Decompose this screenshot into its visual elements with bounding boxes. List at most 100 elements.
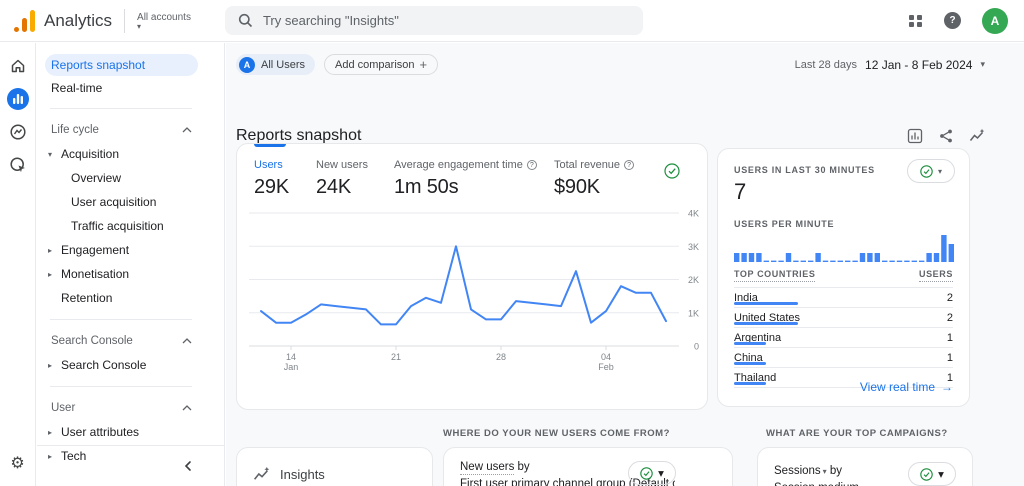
metric-label-text: Total revenue (554, 159, 620, 171)
svg-text:1K: 1K (688, 308, 699, 318)
advertising-icon[interactable] (7, 154, 29, 176)
svg-text:2K: 2K (688, 275, 699, 285)
insights-icon[interactable] (969, 128, 985, 144)
plus-icon: + (420, 57, 428, 72)
users-over-time-chart: 01K2K3K4K14Jan212804Feb (249, 204, 701, 404)
check-circle-icon (920, 468, 933, 481)
sidebar-divider (50, 386, 192, 387)
metric-new-users[interactable]: New users24K (316, 159, 394, 199)
ga-app: Analytics All accounts ▾ Try searching "… (0, 0, 1024, 486)
sidebar-item-user-acquisition[interactable]: User acquisition (37, 190, 224, 214)
report-actions (907, 128, 985, 144)
customize-report-icon[interactable] (907, 128, 923, 144)
country-rows: India2United States2Argentina1China1Thai… (734, 288, 953, 388)
caret-down-icon: ▾ (938, 467, 944, 481)
svg-text:28: 28 (496, 352, 506, 362)
date-range-selector[interactable]: Last 28 days 12 Jan - 8 Feb 2024 ▾ (795, 58, 985, 72)
sidebar-item-reports-snapshot[interactable]: Reports snapshot (45, 54, 198, 76)
sidebar-section-label: User (51, 402, 75, 414)
campaigns-metric[interactable]: Sessions (774, 465, 821, 477)
arrow-right-icon: → (941, 380, 953, 394)
sidebar-divider (50, 319, 192, 320)
sidebar-item-user-attributes[interactable]: ▸User attributes (37, 420, 224, 444)
sidebar-section-search-console[interactable]: Search Console (37, 329, 224, 353)
country-row-argentina: Argentina1 (734, 328, 953, 348)
users-header[interactable]: USERS (919, 269, 953, 282)
all-users-chip-label: All Users (261, 59, 305, 71)
by-label: by (514, 461, 529, 473)
insights-header[interactable]: Insights (253, 466, 416, 483)
sidebar-section-label: Life cycle (51, 124, 99, 136)
sidebar: Reports snapshot Real-time Life cycle ▾Acqu… (37, 43, 225, 486)
metric-value: 1m 50s (394, 176, 554, 199)
country-users: 1 (947, 352, 953, 364)
top-countries-header-row: TOP COUNTRIES USERS (734, 269, 953, 288)
sidebar-item-label: Overview (71, 171, 121, 185)
view-real-time-label: View real time (860, 380, 935, 394)
country-row-united-states: United States2 (734, 308, 953, 328)
data-quality-icon[interactable] (664, 163, 680, 184)
avatar[interactable]: A (982, 8, 1008, 34)
analytics-logo (14, 10, 35, 32)
top-countries-header[interactable]: TOP COUNTRIES (734, 269, 815, 282)
sidebar-item-monetisation[interactable]: ▸Monetisation (37, 262, 224, 286)
metric-value: 24K (316, 176, 394, 199)
chevron-up-icon (182, 127, 192, 133)
apps-grid-icon[interactable] (909, 15, 923, 27)
sidebar-item-label: Real-time (51, 81, 102, 95)
help-icon[interactable]: ? (527, 160, 537, 170)
sidebar-item-label: User acquisition (71, 195, 156, 209)
admin-gear-icon[interactable]: ⚙ (7, 452, 29, 474)
sidebar-item-engagement[interactable]: ▸Engagement (37, 238, 224, 262)
chevron-up-icon (182, 338, 192, 344)
sidebar-section-label: Search Console (51, 335, 133, 347)
metrics-row: Users29KNew users24KAverage engagement t… (254, 159, 657, 199)
country-row-china: China1 (734, 348, 953, 368)
collapse-sidebar-icon[interactable] (182, 460, 194, 472)
realtime-card: USERS IN LAST 30 MINUTES ▾ 7 USERS PER M… (717, 148, 970, 407)
users-per-minute-chart (734, 231, 956, 264)
sidebar-item-real-time[interactable]: Real-time (45, 77, 198, 99)
metric-users[interactable]: Users29K (254, 159, 316, 199)
new-users-options-pill[interactable]: ▾ (628, 461, 676, 485)
sidebar-item-retention[interactable]: Retention (37, 286, 224, 310)
sidebar-item-overview[interactable]: Overview (37, 166, 224, 190)
country-users: 1 (947, 332, 953, 344)
help-icon[interactable]: ? (944, 12, 961, 29)
date-range-value: 12 Jan - 8 Feb 2024 (865, 58, 972, 72)
account-selector[interactable]: All accounts ▾ (137, 12, 191, 30)
search-input[interactable]: Try searching "Insights" (225, 6, 643, 35)
metric-total-revenue[interactable]: Total revenue?$90K (554, 159, 634, 199)
sidebar-item-traffic-acquisition[interactable]: Traffic acquisition (37, 214, 224, 238)
reports-icon[interactable] (7, 88, 29, 110)
main-content: A All Users Add comparison + Last 28 day… (226, 43, 1024, 486)
explore-icon[interactable] (7, 121, 29, 143)
account-selector-label: All accounts (137, 12, 191, 23)
app-title: Analytics (44, 11, 112, 31)
country-row-india: India2 (734, 288, 953, 308)
metric-average-engagement-time[interactable]: Average engagement time? 1m 50s (394, 159, 554, 199)
country-bar (734, 342, 766, 345)
home-icon[interactable] (7, 55, 29, 77)
sidebar-section-user[interactable]: User (37, 396, 224, 420)
svg-text:14: 14 (286, 352, 296, 362)
add-comparison-button[interactable]: Add comparison + (324, 54, 438, 75)
sidebar-section-life-cycle[interactable]: Life cycle (37, 118, 224, 142)
new-users-section-header: WHERE DO YOUR NEW USERS COME FROM? (443, 428, 670, 439)
sidebar-item-search-console[interactable]: ▸Search Console (37, 353, 224, 377)
sidebar-item-acquisition[interactable]: ▾Acquisition (37, 142, 224, 166)
help-icon[interactable]: ? (624, 160, 634, 170)
campaigns-options-pill[interactable]: ▾ (908, 462, 956, 486)
metric-value: 29K (254, 176, 316, 199)
metric-label-text: Average engagement time (394, 159, 523, 171)
view-real-time-link[interactable]: View real time → (860, 380, 953, 394)
share-icon[interactable] (938, 128, 954, 144)
sidebar-item-label: Traffic acquisition (71, 219, 164, 233)
new-users-metric[interactable]: New users (460, 461, 514, 475)
add-comparison-label: Add comparison (335, 59, 415, 71)
realtime-options-pill[interactable]: ▾ (907, 159, 955, 183)
new-users-card: New users by First user primary channel … (443, 447, 733, 486)
realtime-users-value: 7 (734, 179, 746, 205)
all-users-chip[interactable]: A All Users (236, 54, 315, 75)
search-icon (238, 13, 253, 28)
